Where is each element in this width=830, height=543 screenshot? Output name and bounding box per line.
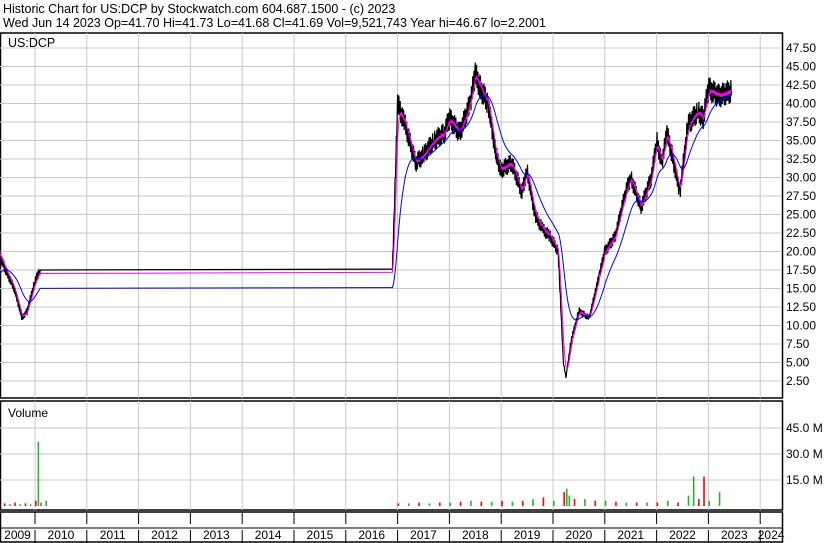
- volume-bar: [666, 500, 669, 506]
- volume-bar: [501, 500, 503, 506]
- xaxis-label-2014: 2014: [255, 528, 282, 542]
- xaxis-label-2017: 2017: [410, 528, 437, 542]
- xaxis-label-2015: 2015: [307, 528, 334, 542]
- price-tick-label: 32.50: [786, 152, 816, 166]
- chart-svg: 2009 2010 2011 2012 2013 2014 2015 2016 2017 2018…: [0, 32, 823, 543]
- xaxis-label-2010: 2010: [48, 528, 75, 542]
- volume-bar: [698, 499, 700, 506]
- volume-bar: [439, 502, 441, 506]
- price-tick-label: 30.00: [786, 171, 816, 185]
- volume-bar: [573, 499, 576, 506]
- volume-bar: [418, 502, 420, 506]
- price-tick-label: 47.50: [786, 41, 816, 55]
- volume-bar: [594, 500, 597, 506]
- price-tick-label: 40.00: [786, 97, 816, 111]
- volume-bar: [511, 501, 514, 506]
- volume-bar: [521, 500, 524, 506]
- xaxis-label-2012: 2012: [151, 528, 178, 542]
- price-tick-label: 10.00: [786, 319, 816, 333]
- symbol-label: US:DCP: [8, 36, 55, 50]
- volume-bar: [604, 500, 607, 506]
- volume-bar: [37, 441, 40, 506]
- price-tick-label: 5.00: [786, 356, 810, 370]
- volume-bar: [480, 501, 483, 506]
- xaxis-label-2018: 2018: [462, 528, 489, 542]
- xaxis-label-2024: 2024: [758, 528, 785, 542]
- xaxis-label-2023: 2023: [721, 528, 748, 542]
- price-tick-label: 25.00: [786, 208, 816, 222]
- volume-bar: [568, 495, 571, 506]
- volume-bar: [397, 503, 400, 506]
- volume-label: Volume: [8, 406, 48, 420]
- volume-bar: [459, 501, 462, 506]
- volume-bar: [449, 502, 451, 506]
- volume-bar: [542, 497, 545, 506]
- price-tick-label: 7.50: [786, 337, 810, 351]
- volume-bar: [9, 504, 11, 506]
- volume-tick-label: 45.0 M: [786, 421, 823, 435]
- volume-bar: [708, 500, 710, 506]
- xaxis-label-2021: 2021: [617, 528, 644, 542]
- price-tick-label: 2.50: [786, 374, 810, 388]
- price-tick-label: 12.50: [786, 300, 816, 314]
- volume-bar: [718, 492, 721, 506]
- volume-bar: [532, 499, 534, 506]
- price-tick-label: 45.00: [786, 60, 816, 74]
- volume-bar: [635, 502, 638, 506]
- price-tick-label: 15.00: [786, 282, 816, 296]
- price-tick-label: 20.00: [786, 245, 816, 259]
- xaxis-label-2009: 2009: [4, 528, 31, 542]
- volume-bar: [14, 502, 16, 506]
- price-tick-label: 35.00: [786, 134, 816, 148]
- price-panel: [0, 32, 784, 399]
- volume-bar: [470, 500, 472, 506]
- volume-bar: [3, 503, 6, 506]
- volume-tick-label: 30.0 M: [786, 447, 823, 461]
- price-tick-label: 37.50: [786, 115, 816, 129]
- price-tick-label: 27.50: [786, 189, 816, 203]
- volume-bar: [565, 488, 568, 506]
- volume-bar: [677, 502, 679, 506]
- xaxis-label-2016: 2016: [358, 528, 385, 542]
- xaxis-label-2013: 2013: [203, 528, 230, 542]
- volume-bar: [563, 492, 565, 506]
- xaxis-label-2019: 2019: [514, 528, 541, 542]
- volume-bar: [24, 503, 27, 506]
- volume-bar: [584, 499, 586, 506]
- xaxis-label-2022: 2022: [669, 528, 696, 542]
- volume-bar: [687, 495, 690, 506]
- volume-bar: [625, 502, 628, 506]
- volume-bar: [35, 500, 37, 506]
- volume-bar: [19, 504, 22, 506]
- xaxis-label-2020: 2020: [566, 528, 593, 542]
- volume-bar: [615, 501, 617, 506]
- volume-tick-label: 15.0 M: [786, 473, 823, 487]
- stock-chart: Historic Chart for US:DCP by Stockwatch.…: [0, 0, 830, 543]
- price-tick-label: 22.50: [786, 226, 816, 240]
- volume-bar: [29, 504, 32, 506]
- price-tick-label: 42.50: [786, 78, 816, 92]
- volume-bar: [553, 500, 555, 506]
- volume-bar: [40, 502, 42, 506]
- volume-bar: [656, 502, 659, 506]
- price-tick-label: 17.50: [786, 263, 816, 277]
- volume-bar: [428, 503, 431, 506]
- volume-bar: [45, 500, 47, 506]
- volume-bar: [490, 501, 493, 506]
- volume-bar: [407, 503, 410, 506]
- xaxis-label-2011: 2011: [100, 528, 126, 542]
- volume-bar: [703, 476, 705, 506]
- volume-bar: [646, 502, 648, 506]
- volume-bar: [692, 476, 695, 506]
- volume-panel: [0, 400, 784, 511]
